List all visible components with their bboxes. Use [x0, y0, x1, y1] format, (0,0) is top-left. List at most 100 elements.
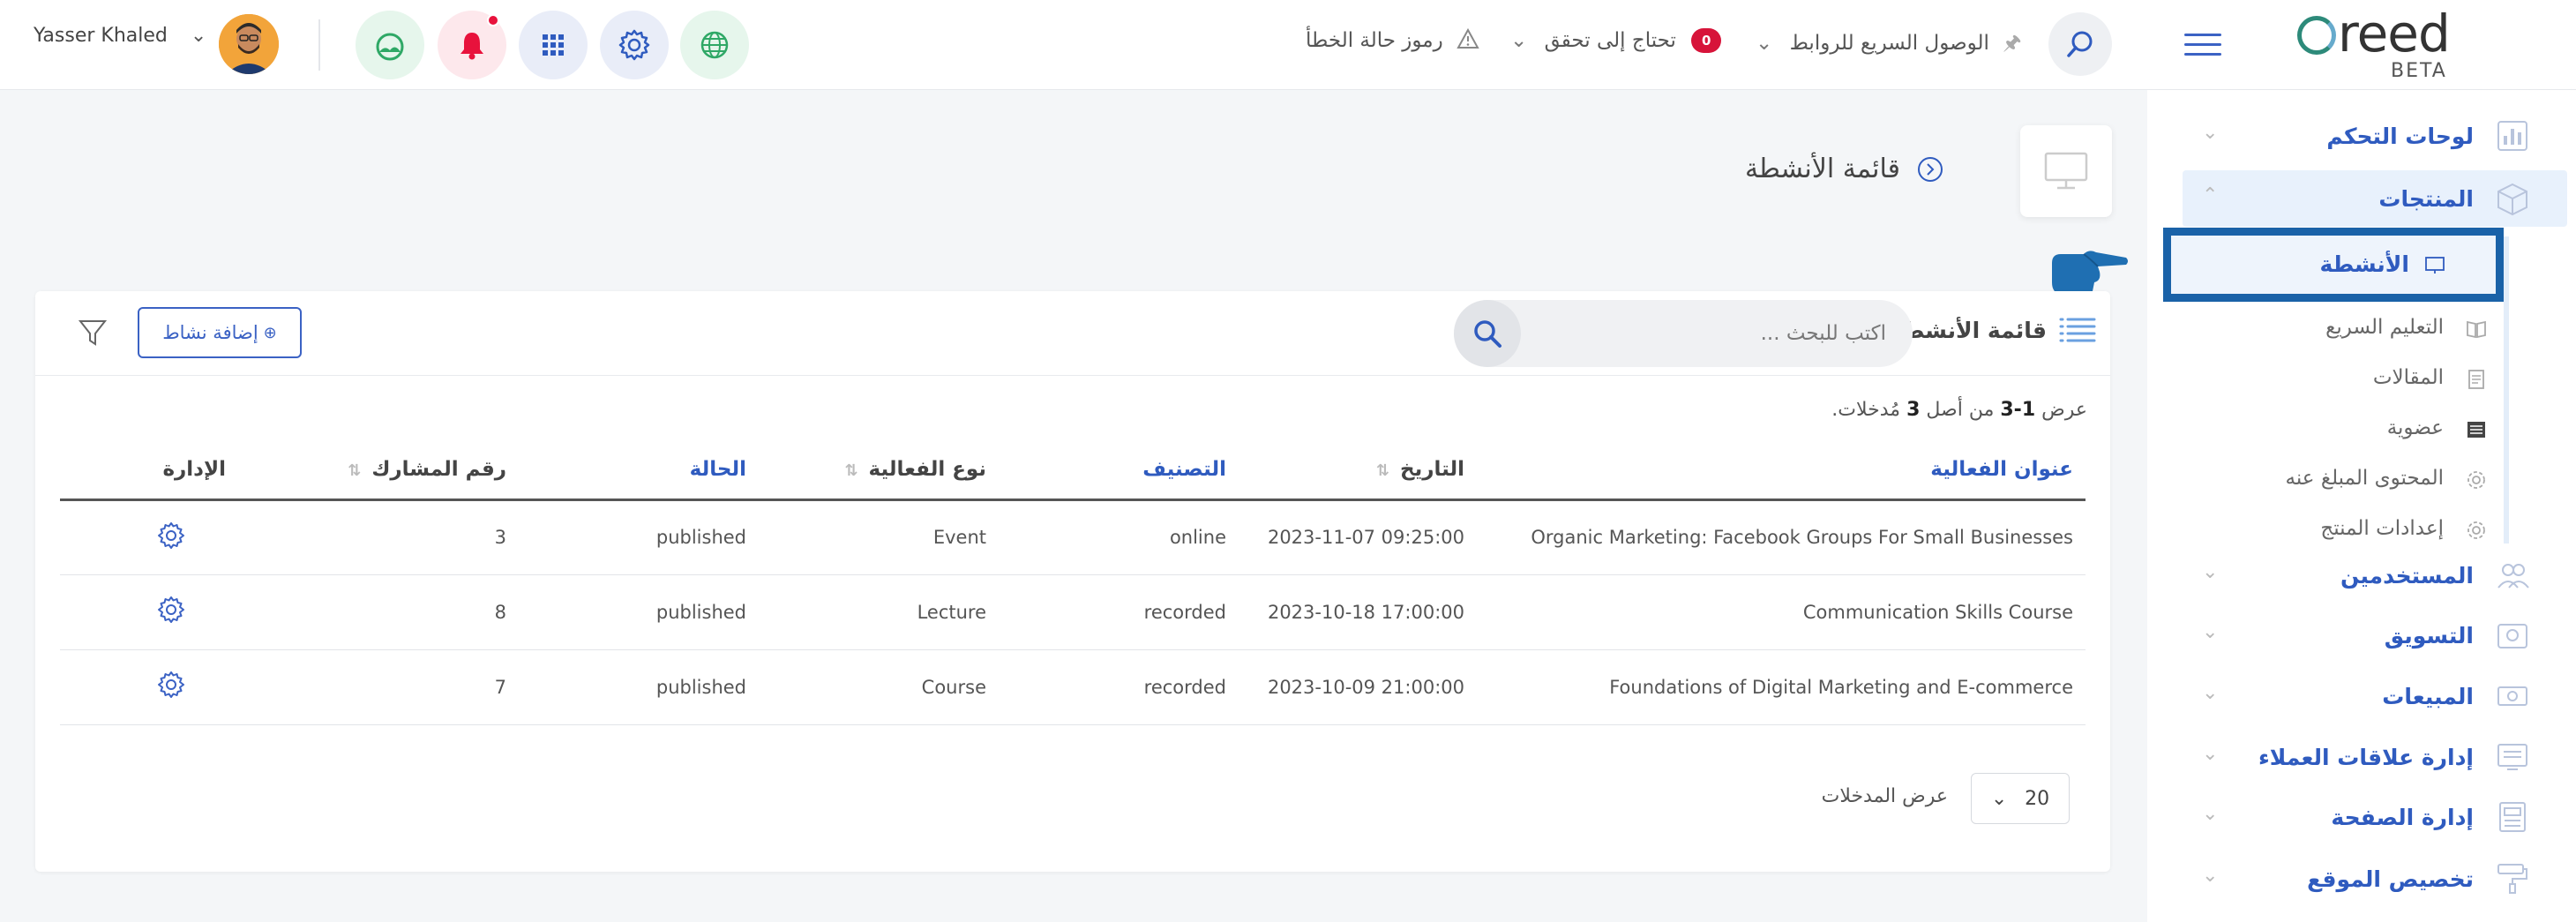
sidebar-subitem-label: المحتوى المبلغ عنه [2285, 467, 2444, 490]
sidebar-item-sales[interactable]: المبيعات ⌄ [2147, 668, 2576, 724]
table-row: Communication Skills Course 2023-10-18 1… [60, 574, 2086, 650]
header-search-button[interactable] [2048, 12, 2112, 76]
sidebar-item-label: لوحات التحكم [2326, 124, 2474, 149]
sidebar-subitem-reported-content[interactable]: المحتوى المبلغ عنه [2147, 460, 2576, 500]
list-title: قائمة الأنشطة [1891, 314, 2098, 346]
cell-title: Foundations of Digital Marketing and E-c… [1477, 649, 2086, 725]
membership-list-icon [2467, 422, 2485, 438]
column-header-date[interactable]: التاريخ⇅ [1239, 441, 1477, 501]
weather-button[interactable] [356, 11, 424, 79]
activities-card: قائمة الأنشطة ⊕ إضافة نشاط عرض 1-3 من أص… [35, 291, 2110, 872]
book-icon [2467, 320, 2486, 339]
sidebar-item-label: إدارة علاقات العملاء [2258, 745, 2474, 770]
cell-manage [60, 499, 279, 575]
quick-links-label: الوصول السريع للروابط [1789, 32, 1989, 55]
sidebar-item-label: التسويق [2384, 623, 2474, 648]
sidebar-item-page-management[interactable]: إدارة الصفحة ⌄ [2147, 789, 2576, 845]
sidebar-subitem-membership[interactable]: عضوية [2147, 409, 2576, 450]
activities-table: عنوان الفعالية التاريخ⇅ التصنيف نوع الفع… [60, 441, 2086, 725]
chevron-down-icon: ⌄ [1756, 32, 1773, 55]
row-settings-icon[interactable] [157, 671, 185, 699]
chevron-up-icon: ⌃ [2202, 184, 2219, 206]
column-header-category[interactable]: التصنيف [999, 441, 1239, 501]
gear-icon [2467, 521, 2485, 539]
row-settings-icon[interactable] [157, 521, 185, 550]
cell-manage [60, 649, 279, 725]
cell-type: Event [759, 499, 999, 575]
notification-bell-icon [461, 33, 483, 60]
sidebar-subitem-quick-learning[interactable]: التعليم السريع [2147, 309, 2576, 349]
language-button[interactable] [680, 11, 749, 79]
hamburger-menu-icon[interactable] [2184, 34, 2221, 60]
settings-icon [618, 29, 650, 61]
column-header-title[interactable]: عنوان الفعالية [1477, 441, 2086, 501]
paint-roller-icon [2497, 864, 2527, 894]
notification-dot [487, 14, 499, 26]
cell-category: online [999, 499, 1239, 575]
cell-category: recorded [999, 574, 1239, 650]
reed-logo[interactable]: reed BETA [2297, 4, 2451, 82]
column-header-manage: الإدارة [60, 441, 279, 501]
settings-button[interactable] [600, 11, 669, 79]
warning-icon [1456, 27, 1479, 49]
filter-icon[interactable] [78, 318, 108, 348]
sidebar-item-dashboards[interactable]: لوحات التحكم ⌄ [2147, 108, 2576, 164]
apps-grid-icon [543, 34, 564, 56]
avatar[interactable] [219, 14, 279, 74]
chevron-down-icon: ⌄ [2202, 122, 2219, 144]
logo-beta: BETA [2391, 60, 2447, 82]
cell-status: published [519, 574, 759, 650]
search-button[interactable] [1454, 300, 1521, 367]
sort-icon: ⇅ [348, 461, 362, 481]
error-codes-label: رموز حالة الخطأ [1306, 29, 1443, 52]
add-activity-button[interactable]: ⊕ إضافة نشاط [138, 307, 302, 358]
logo-mark [2297, 16, 2336, 55]
sidebar-item-users[interactable]: المستخدمين ⌄ [2147, 547, 2576, 603]
sidebar-item-products[interactable]: المنتجات ⌃ [2147, 170, 2576, 227]
search-input[interactable] [1533, 300, 1886, 367]
entries-info: عرض 1-3 من أصل 3 مُدخلات. [1831, 399, 2087, 421]
users-icon [2497, 564, 2529, 588]
column-header-status[interactable]: الحالة [519, 441, 759, 501]
cell-date: 2023-11-07 09:25:00 [1239, 499, 1477, 575]
search-icon [1474, 320, 1501, 348]
apps-button[interactable] [519, 11, 588, 79]
chevron-down-icon: ⌄ [2202, 865, 2219, 887]
per-page-select[interactable]: ⌄ 20 [1971, 773, 2070, 824]
sidebar-subitem-articles[interactable]: المقالات [2147, 359, 2576, 400]
page-title-text: قائمة الأنشطة [1744, 154, 1900, 184]
user-menu[interactable]: Yasser Khaled ⌄ [34, 25, 206, 47]
notifications-button[interactable] [438, 11, 506, 79]
quick-links-menu[interactable]: 🖈 الوصول السريع للروابط ⌄ [1756, 28, 2022, 63]
marketing-icon [2497, 624, 2527, 648]
page-monitor-icon-box [2020, 125, 2112, 217]
chevron-down-icon: ⌄ [190, 25, 207, 47]
dashboard-chart-icon [2497, 121, 2527, 151]
sort-icon: ⇅ [1375, 461, 1389, 481]
cell-status: published [519, 499, 759, 575]
cell-title: Organic Marketing: Facebook Groups For S… [1477, 499, 2086, 575]
logo-text: reed [2338, 4, 2451, 64]
sidebar-item-marketing[interactable]: التسويق ⌄ [2147, 607, 2576, 663]
sidebar-item-crm[interactable]: إدارة علاقات العملاء ⌄ [2147, 729, 2576, 785]
sidebar-item-site-customization[interactable]: تخصيص الموقع ⌄ [2147, 851, 2576, 907]
sidebar-subitem-product-settings[interactable]: إعدادات المنتج [2147, 510, 2576, 551]
sidebar-subitem-label: التعليم السريع [2325, 316, 2444, 339]
sidebar-subitem-activities[interactable]: الأنشطة [2163, 228, 2504, 302]
chevron-down-icon: ⌄ [2202, 682, 2219, 704]
chevron-down-icon: ⌄ [2202, 803, 2219, 825]
language-icon [700, 31, 729, 59]
cell-category: recorded [999, 649, 1239, 725]
user-name: Yasser Khaled [34, 25, 168, 47]
plus-circle-icon: ⊕ [263, 323, 277, 342]
table-header-row: عنوان الفعالية التاريخ⇅ التصنيف نوع الفع… [60, 441, 2086, 501]
chevron-down-icon: ⌄ [1990, 787, 2008, 810]
needs-verify-link[interactable]: 0 تحتاج إلى تحقق ⌄ [1510, 28, 1722, 53]
per-page-label: عرض المدخلات [1821, 785, 1948, 807]
error-codes-link[interactable]: رموز حالة الخطأ [1306, 27, 1479, 52]
card-toolbar: قائمة الأنشطة ⊕ إضافة نشاط [35, 291, 2110, 376]
column-header-type[interactable]: نوع الفعالية⇅ [759, 441, 999, 501]
column-header-participant[interactable]: رقم المشارك⇅ [279, 441, 519, 501]
row-settings-icon[interactable] [157, 596, 185, 624]
cell-participant: 8 [279, 574, 519, 650]
